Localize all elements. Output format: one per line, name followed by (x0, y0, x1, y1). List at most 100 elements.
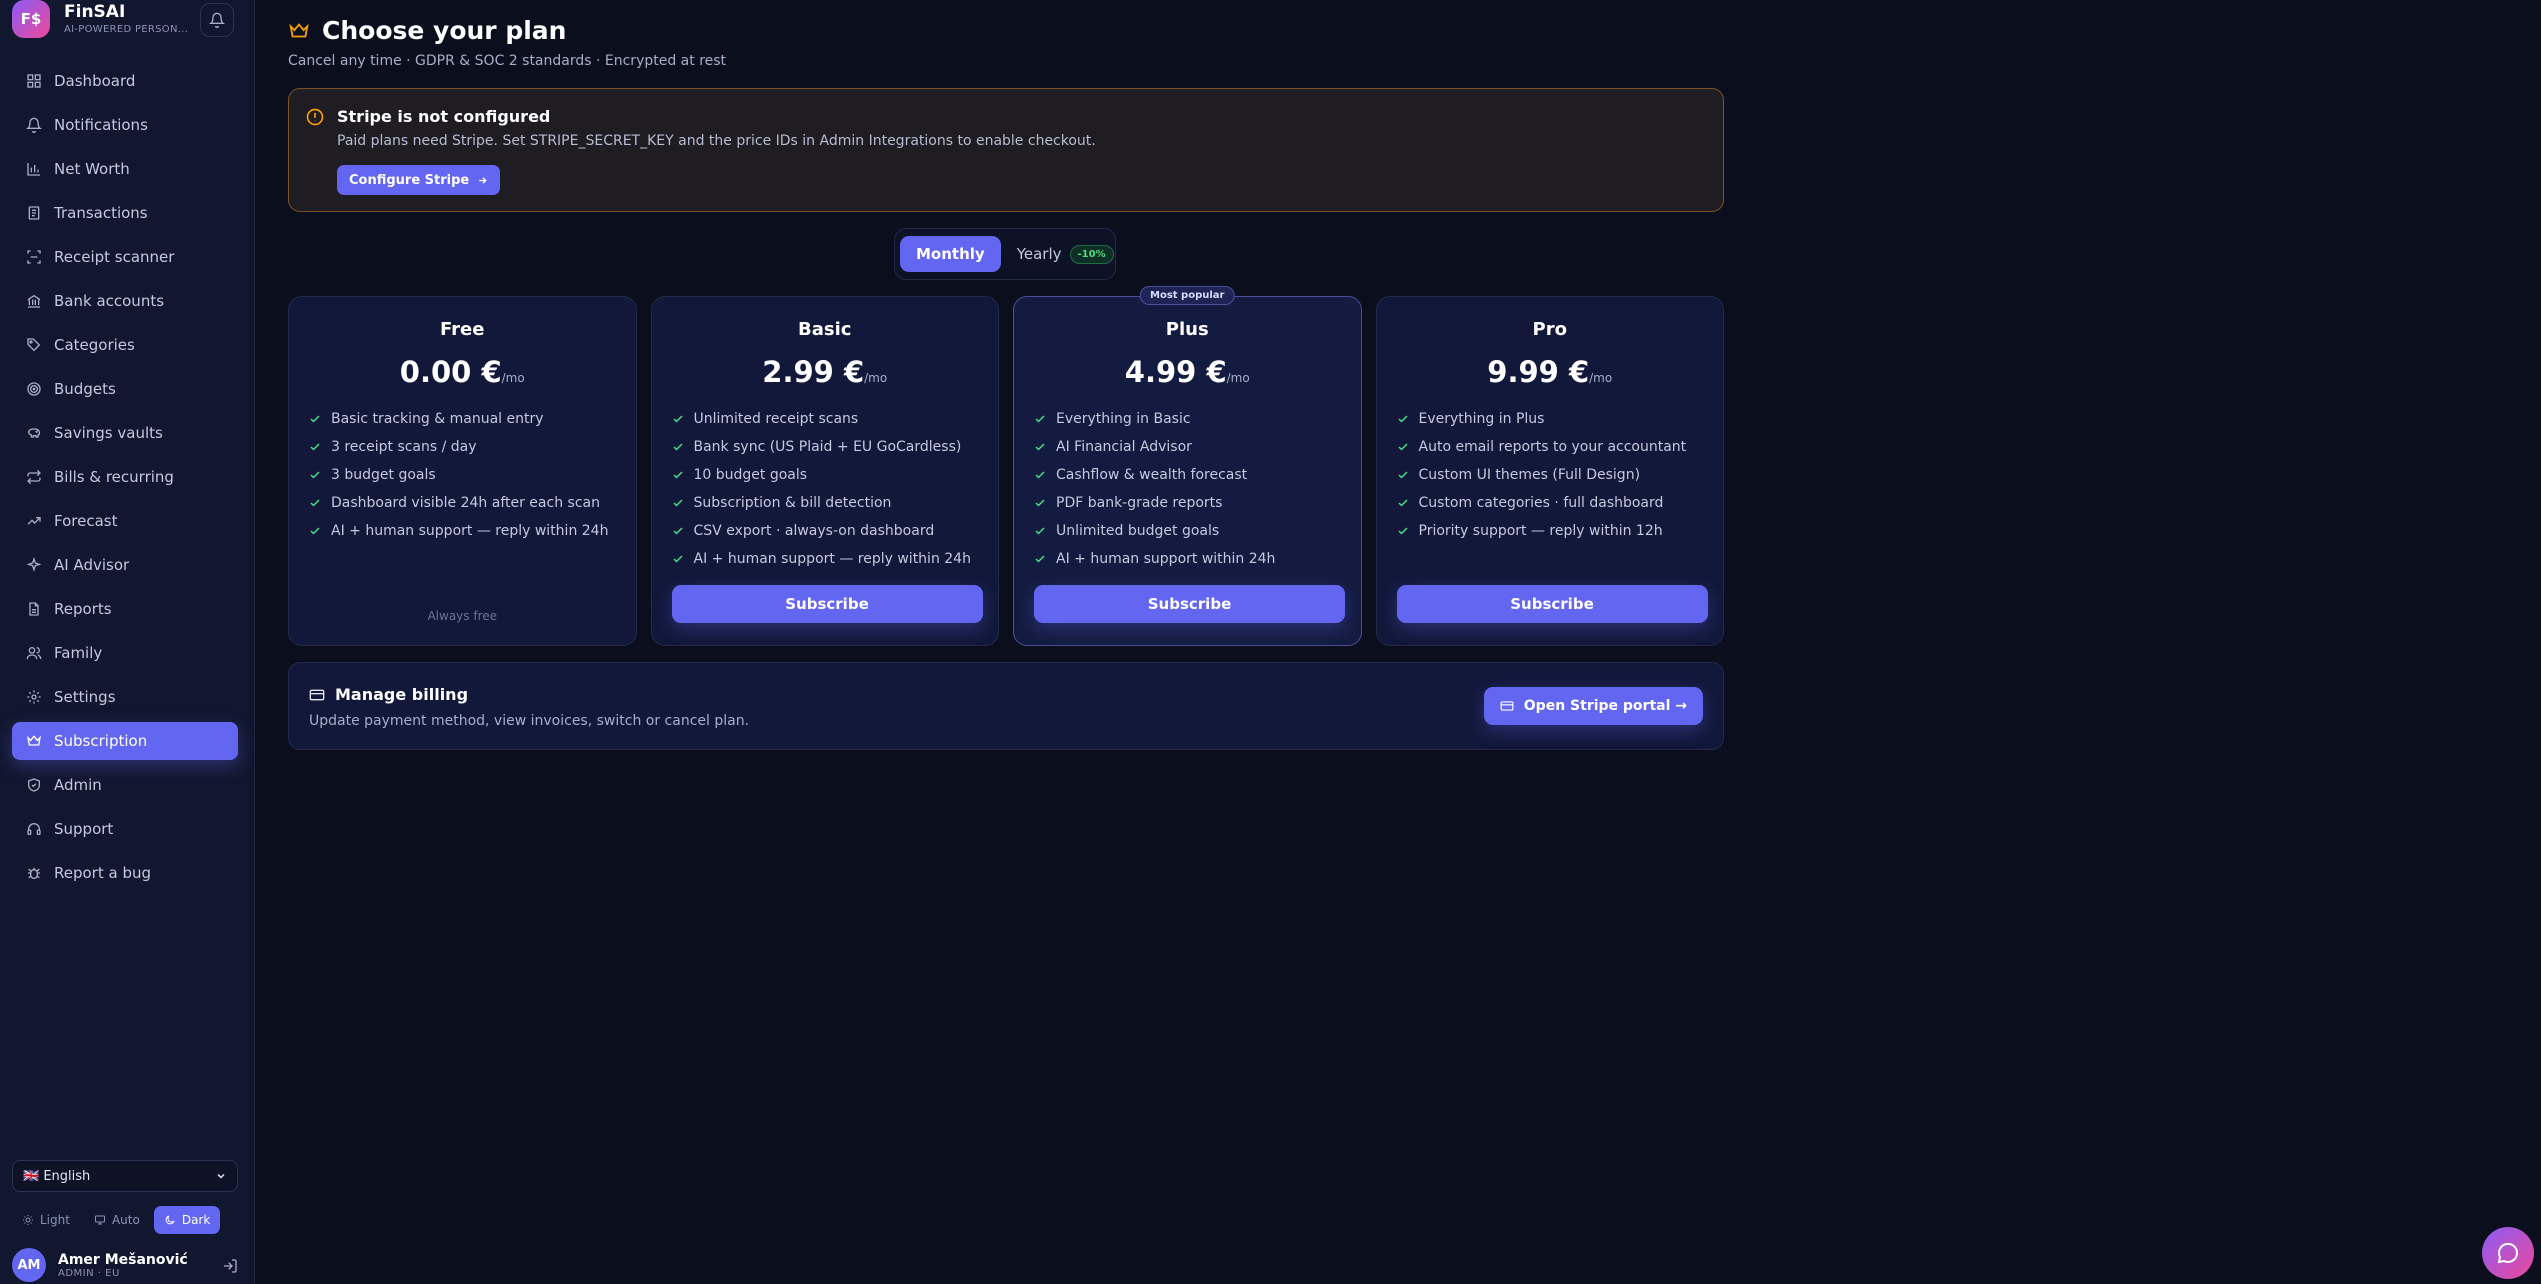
scan-icon (27, 250, 41, 264)
always-free-note: Always free (427, 609, 498, 623)
check-icon (310, 527, 320, 535)
sidebar-item-bank-accounts[interactable]: Bank accounts (12, 282, 238, 320)
check-icon (1397, 471, 1408, 479)
configure-stripe-label: Configure Stripe (349, 172, 470, 188)
sidebar-item-dashboard[interactable]: Dashboard (12, 62, 238, 100)
plan-card-basic: Basic 2.99 €/mo Unlimited receipt scans … (650, 296, 999, 646)
crown-icon (26, 735, 42, 746)
feature-item: Everything in Basic (1034, 405, 1275, 433)
check-icon (672, 527, 683, 535)
feature-item: Cashflow & wealth forecast (1034, 461, 1275, 489)
chat-icon (2497, 1242, 2519, 1264)
check-icon (672, 471, 683, 479)
repeat-icon (27, 469, 41, 485)
check-icon (1035, 415, 1045, 423)
sidebar-item-settings[interactable]: Settings (12, 678, 238, 716)
feature-item: Dashboard visible 24h after each scan (309, 489, 608, 517)
page-header: Choose your plan (288, 16, 566, 45)
check-icon (310, 415, 320, 423)
check-icon (1035, 471, 1045, 479)
language-select[interactable]: 🇬🇧 English (12, 1160, 238, 1192)
check-icon (1397, 527, 1408, 535)
logout-icon[interactable] (222, 1258, 238, 1274)
plan-name: Plus (1165, 319, 1209, 340)
plan-price: 4.99 €/mo (1014, 355, 1361, 389)
notifications-bell-button[interactable] (200, 3, 234, 37)
feature-item: 10 budget goals (672, 461, 971, 489)
check-icon (1035, 555, 1045, 563)
sidebar: F$ FinSAI AI-POWERED PERSON... Dashboard… (0, 0, 255, 1284)
feature-item: Custom categories · full dashboard (1397, 489, 1687, 517)
sidebar-item-label: Bills & recurring (54, 468, 174, 486)
feature-item: Unlimited budget goals (1034, 517, 1275, 545)
feature-item: Auto email reports to your accountant (1397, 433, 1686, 461)
feature-item: Subscription & bill detection (672, 489, 971, 517)
billing-period-toggle: Monthly Yearly -10% (894, 228, 1116, 280)
manage-billing-card: Manage billing Update payment method, vi… (288, 662, 1724, 750)
sidebar-item-categories[interactable]: Categories (12, 326, 238, 364)
check-icon (310, 443, 320, 451)
sidebar-item-label: Bank accounts (54, 292, 165, 310)
sidebar-item-ai-advisor[interactable]: AI Advisor (12, 546, 238, 584)
sparkle-icon (26, 557, 42, 572)
check-icon (1035, 499, 1045, 507)
theme-auto-button[interactable]: Auto (84, 1206, 150, 1234)
language-value: 🇬🇧 English (23, 1168, 91, 1184)
check-icon (1035, 527, 1045, 535)
bug-icon (28, 867, 40, 879)
plan-price-period: /mo (1589, 371, 1613, 385)
sidebar-item-savings-vaults[interactable]: Savings vaults (12, 414, 238, 452)
yearly-toggle-button[interactable]: Yearly -10% (1001, 236, 1130, 272)
sidebar-item-label: Net Worth (54, 160, 130, 178)
sidebar-item-admin[interactable]: Admin (12, 766, 238, 804)
configure-stripe-button[interactable]: Configure Stripe (337, 165, 501, 195)
open-stripe-portal-button[interactable]: Open Stripe portal → (1483, 687, 1703, 725)
check-icon (310, 499, 320, 507)
plan-name: Basic (798, 319, 852, 340)
sidebar-item-report-bug[interactable]: Report a bug (12, 854, 238, 892)
file-icon (29, 602, 39, 616)
yearly-label: Yearly (1016, 245, 1062, 263)
sidebar-item-receipt-scanner[interactable]: Receipt scanner (12, 238, 238, 276)
chat-launcher-button[interactable] (2482, 1227, 2534, 1279)
subscribe-pro-button[interactable]: Subscribe (1396, 585, 1708, 623)
sidebar-item-notifications[interactable]: Notifications (12, 106, 238, 144)
user-profile[interactable]: AM Amer Mešanović ADMIN · EU (12, 1248, 238, 1282)
warning-title: Stripe is not configured (337, 107, 551, 126)
feature-item: Unlimited receipt scans (672, 405, 971, 433)
plan-price-amount: 0.00 € (399, 355, 502, 389)
theme-dark-label: Dark (181, 1213, 211, 1227)
subscribe-basic-button[interactable]: Subscribe (671, 585, 983, 623)
monthly-toggle-button[interactable]: Monthly (900, 236, 1001, 272)
sidebar-item-transactions[interactable]: Transactions (12, 194, 238, 232)
sidebar-item-net-worth[interactable]: Net Worth (12, 150, 238, 188)
sidebar-item-label: Reports (54, 600, 112, 618)
brand-tagline: AI-POWERED PERSON... (64, 24, 189, 35)
feature-item: 3 receipt scans / day (309, 433, 608, 461)
plan-card-free: Free 0.00 €/mo Basic tracking & manual e… (288, 296, 637, 646)
sidebar-item-forecast[interactable]: Forecast (12, 502, 238, 540)
subscribe-plus-button[interactable]: Subscribe (1034, 585, 1345, 623)
sidebar-item-label: Dashboard (54, 72, 136, 90)
avatar: AM (12, 1248, 46, 1282)
plan-card-plus: Most popular Plus 4.99 €/mo Everything i… (1013, 286, 1362, 646)
check-icon (1397, 499, 1408, 507)
sidebar-item-subscription[interactable]: Subscription (12, 722, 238, 760)
sidebar-item-family[interactable]: Family (12, 634, 238, 672)
feature-item: PDF bank-grade reports (1034, 489, 1275, 517)
sidebar-item-budgets[interactable]: Budgets (12, 370, 238, 408)
sidebar-nav: Dashboard Notifications Net Worth Transa… (12, 62, 238, 898)
sidebar-item-label: Transactions (54, 204, 148, 222)
check-icon (1397, 443, 1408, 451)
check-icon (672, 415, 683, 423)
sidebar-item-reports[interactable]: Reports (12, 590, 238, 628)
sidebar-item-label: Categories (54, 336, 135, 354)
sidebar-item-bills-recurring[interactable]: Bills & recurring (12, 458, 238, 496)
brand[interactable]: F$ FinSAI AI-POWERED PERSON... (12, 0, 188, 38)
plan-features: Everything in Plus Auto email reports to… (1397, 405, 1687, 545)
theme-dark-button[interactable]: Dark (153, 1206, 221, 1234)
trend-icon (27, 517, 41, 525)
sidebar-item-support[interactable]: Support (12, 810, 238, 848)
check-icon (672, 555, 683, 563)
theme-light-button[interactable]: Light (12, 1206, 80, 1234)
